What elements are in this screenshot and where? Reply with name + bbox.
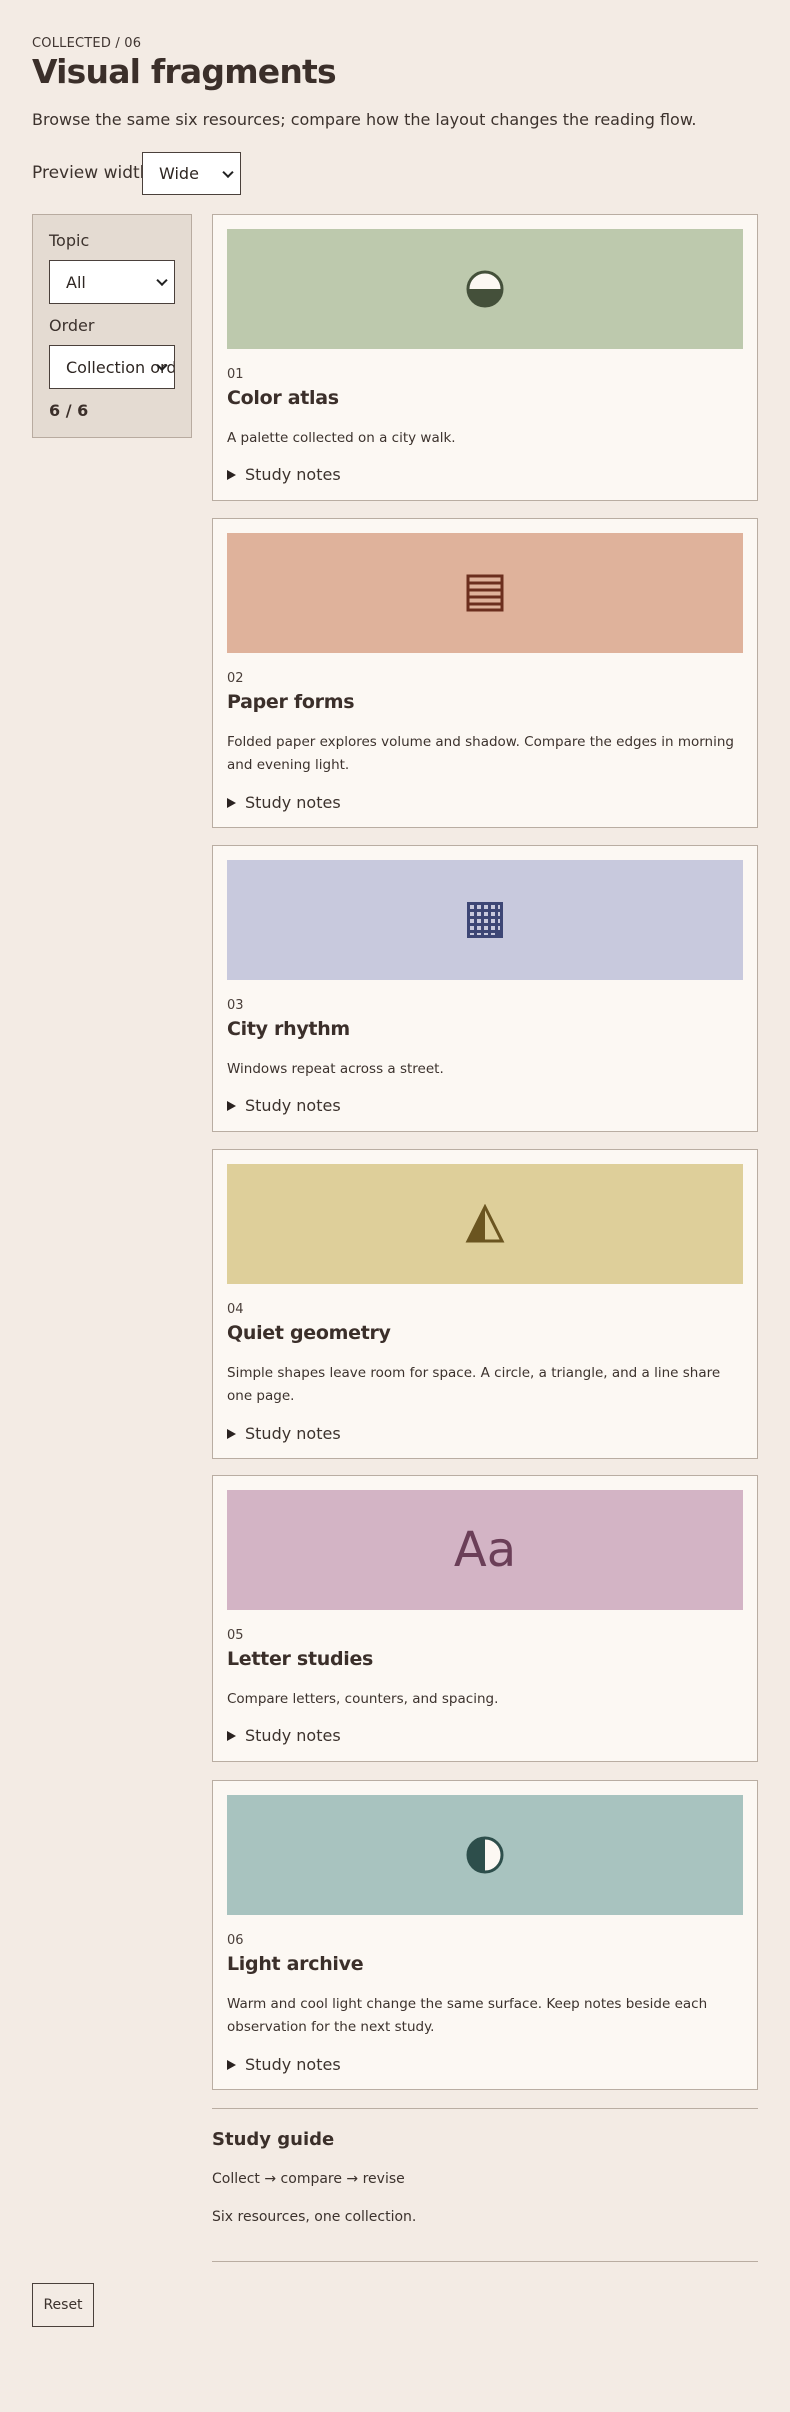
result-count: 6 / 6	[49, 401, 89, 420]
card-description: Folded paper explores volume and shadow.…	[227, 734, 734, 773]
study-notes-label: Study notes	[245, 465, 341, 484]
resource-card: Aa 05 Letter studies Compare letters, co…	[212, 1475, 758, 1762]
page-title: Visual fragments	[32, 52, 337, 91]
preview-width-label: Preview width	[32, 163, 151, 183]
topic-label: Topic	[49, 231, 90, 250]
card-number: 05	[227, 1628, 244, 1643]
topic-value: All	[66, 272, 86, 292]
study-notes-toggle[interactable]: Study notes	[227, 1726, 341, 1745]
card-number: 01	[227, 367, 244, 382]
reset-button[interactable]: Reset	[32, 2283, 94, 2327]
topic-select[interactable]: All	[49, 260, 175, 304]
resource-card: 03 City rhythm Windows repeat across a s…	[212, 845, 758, 1132]
study-guide: Study guide Collect → compare → revise S…	[212, 2108, 758, 2262]
disclosure-triangle-icon	[227, 1730, 236, 1741]
chevron-down-icon	[222, 166, 234, 178]
study-guide-steps: Collect → compare → revise	[212, 2171, 405, 2187]
filter-sidebar: Topic All Order Collection order 6 / 6	[32, 214, 192, 438]
card-thumbnail	[227, 1164, 743, 1284]
disclosure-triangle-icon	[227, 1100, 236, 1111]
study-notes-label: Study notes	[245, 1424, 341, 1443]
resource-card: 02 Paper forms Folded paper explores vol…	[212, 518, 758, 828]
study-notes-toggle[interactable]: Study notes	[227, 2055, 341, 2074]
card-thumbnail	[227, 860, 743, 980]
card-description: Windows repeat across a street.	[227, 1061, 444, 1077]
study-notes-label: Study notes	[245, 2055, 341, 2074]
resource-card: 06 Light archive Warm and cool light cha…	[212, 1780, 758, 2090]
order-label: Order	[49, 316, 95, 335]
card-title: Light archive	[227, 1953, 364, 1975]
order-select[interactable]: Collection order	[49, 345, 175, 389]
card-title: Quiet geometry	[227, 1322, 391, 1344]
disclosure-triangle-icon	[227, 797, 236, 808]
card-number: 06	[227, 1933, 244, 1948]
study-notes-toggle[interactable]: Study notes	[227, 1424, 341, 1443]
card-title: City rhythm	[227, 1018, 350, 1040]
study-notes-toggle[interactable]: Study notes	[227, 793, 341, 812]
card-title: Paper forms	[227, 691, 355, 713]
study-notes-toggle[interactable]: Study notes	[227, 1096, 341, 1115]
card-thumbnail: Aa	[227, 1490, 743, 1610]
study-guide-title: Study guide	[212, 2129, 335, 2150]
card-description: Compare letters, counters, and spacing.	[227, 1691, 499, 1707]
study-notes-toggle[interactable]: Study notes	[227, 465, 341, 484]
resource-card: 01 Color atlas A palette collected on a …	[212, 214, 758, 501]
intro-text: Browse the same six resources; compare h…	[32, 110, 697, 129]
study-guide-summary: Six resources, one collection.	[212, 2209, 417, 2225]
card-thumbnail	[227, 229, 743, 349]
study-notes-label: Study notes	[245, 793, 341, 812]
study-notes-label: Study notes	[245, 1096, 341, 1115]
card-title: Letter studies	[227, 1648, 374, 1670]
card-title: Color atlas	[227, 387, 339, 409]
half-circle-icon	[466, 270, 504, 308]
card-thumbnail	[227, 1795, 743, 1915]
disclosure-triangle-icon	[227, 1428, 236, 1439]
grid-icon	[467, 902, 503, 938]
card-thumbnail	[227, 533, 743, 653]
preview-width-value: Wide	[159, 164, 199, 183]
card-description: Warm and cool light change the same surf…	[227, 1996, 708, 2035]
chevron-down-icon	[156, 274, 168, 287]
card-number: 02	[227, 671, 244, 686]
lines-icon	[466, 574, 504, 612]
card-description: Simple shapes leave room for space. A ci…	[227, 1365, 721, 1404]
letters-icon: Aa	[453, 1522, 517, 1578]
eyebrow: COLLECTED / 06	[32, 36, 142, 51]
disclosure-triangle-icon	[227, 2059, 236, 2070]
card-description: A palette collected on a city walk.	[227, 430, 456, 446]
disclosure-triangle-icon	[227, 469, 236, 480]
half-moon-icon	[466, 1836, 504, 1874]
study-notes-label: Study notes	[245, 1726, 341, 1745]
card-number: 03	[227, 998, 244, 1013]
triangle-icon	[465, 1204, 505, 1243]
resource-card: 04 Quiet geometry Simple shapes leave ro…	[212, 1149, 758, 1459]
preview-width-select[interactable]: Wide	[142, 152, 241, 195]
card-number: 04	[227, 1302, 244, 1317]
